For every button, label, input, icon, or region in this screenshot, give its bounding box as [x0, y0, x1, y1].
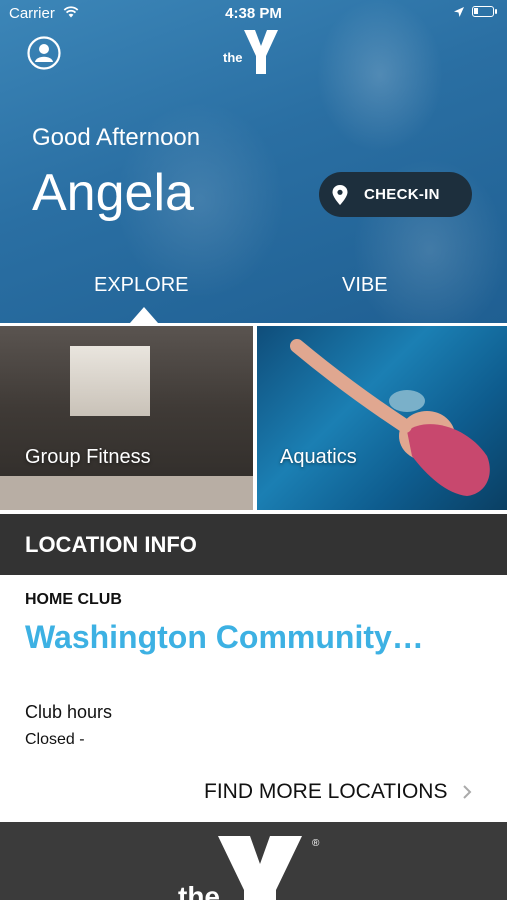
ymca-footer-logo-text: the: [178, 881, 220, 900]
tab-vibe[interactable]: VIBE: [342, 274, 388, 297]
status-time: 4:38 PM: [225, 5, 282, 22]
check-in-label: CHECK-IN: [364, 186, 440, 203]
group-fitness-tile[interactable]: Group Fitness: [0, 326, 253, 510]
map-pin-icon: [332, 184, 348, 205]
battery-icon: [472, 6, 497, 17]
aquatics-label: Aquatics: [280, 446, 357, 468]
location-info-card: HOME CLUB Washington Community… Club hou…: [0, 575, 507, 822]
section-title: LOCATION INFO: [25, 532, 197, 557]
ymca-footer-logo: ® the: [178, 836, 320, 900]
ymca-logo-text: the: [223, 50, 243, 65]
selected-tab-indicator: [130, 307, 158, 323]
aquatics-tile[interactable]: Aquatics: [257, 326, 507, 510]
hero-header: Carrier 4:38 PM the Good Afternoon Angel…: [0, 0, 507, 323]
program-tiles: Group Fitness Aquatics: [0, 326, 507, 510]
chevron-right-icon: [463, 785, 472, 799]
profile-icon[interactable]: [27, 36, 61, 70]
club-name-link[interactable]: Washington Community…: [25, 619, 424, 656]
tab-explore[interactable]: EXPLORE: [94, 274, 188, 297]
find-more-locations-label: FIND MORE LOCATIONS: [204, 780, 448, 803]
group-fitness-label: Group Fitness: [25, 446, 151, 468]
home-club-label: HOME CLUB: [25, 591, 122, 608]
club-hours-value: Closed -: [25, 731, 85, 748]
greeting-text: Good Afternoon: [32, 124, 201, 151]
location-arrow-icon: [454, 7, 464, 17]
app-screen: Carrier 4:38 PM the Good Afternoon Angel…: [0, 0, 507, 900]
location-info-header: LOCATION INFO: [0, 514, 507, 575]
club-hours-label: Club hours: [25, 702, 113, 722]
gym-window-image: [70, 346, 150, 416]
check-in-button[interactable]: CHECK-IN: [319, 172, 472, 217]
status-bar: Carrier 4:38 PM: [0, 0, 507, 28]
ymca-logo: the: [223, 30, 278, 74]
swimmer-image: [290, 339, 490, 496]
gym-floor-image: [0, 476, 253, 510]
user-name: Angela: [32, 164, 194, 222]
find-more-locations-link[interactable]: FIND MORE LOCATIONS: [204, 780, 472, 804]
footer: ® the: [0, 822, 507, 900]
registered-mark: ®: [312, 838, 320, 849]
